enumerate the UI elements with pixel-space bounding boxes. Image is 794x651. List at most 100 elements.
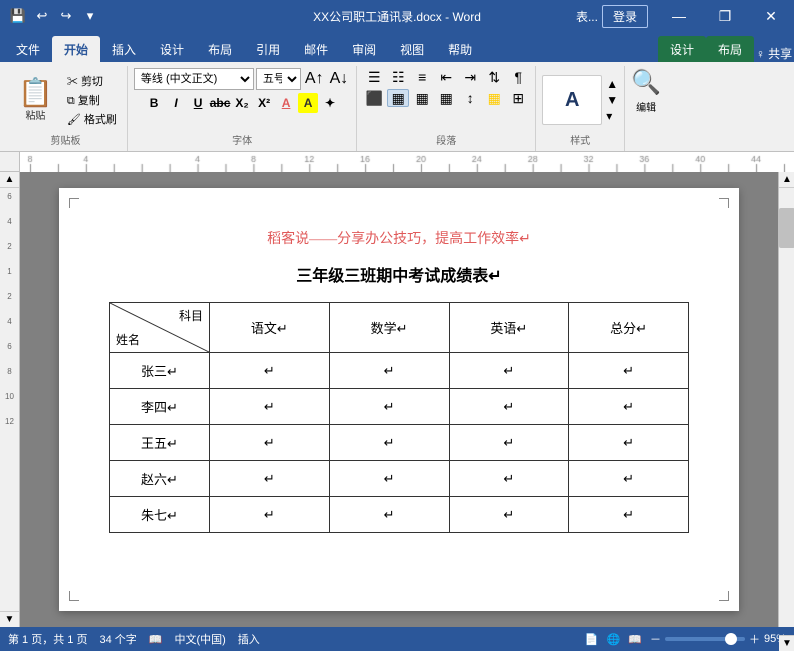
tab-home[interactable]: 开始 [52,36,100,62]
border-button[interactable]: ⊞ [507,89,529,107]
indent-increase-button[interactable]: ⇥ [459,68,481,86]
corner-br [719,591,729,601]
share-icon[interactable]: ♀ 共享 [756,45,792,62]
name-zhaoliu: 赵六↵ [110,461,210,497]
font-grow-button[interactable]: A↑ [303,70,326,88]
edit-label[interactable]: 编辑 [636,99,656,114]
show-marks-button[interactable]: ¶ [507,68,529,86]
vertical-ruler: 6 4 2 1 2 4 6 8 10 12 [0,188,19,611]
style-content: A ▲ ▼ ▾ [542,68,618,132]
indent-decrease-button[interactable]: ⇤ [435,68,457,86]
tab-insert[interactable]: 插入 [100,36,148,62]
save-icon[interactable]: 💾 [8,6,28,26]
style-scroll-up[interactable]: ▲ [606,77,618,91]
zhangsan-chinese: ↵ [210,353,330,389]
table-header-row: 科目 姓名 语文↵ 数学↵ 英语↵ 总分↵ [110,303,689,353]
name-zhangsan: 张三↵ [110,353,210,389]
close-button[interactable]: ✕ [748,0,794,32]
strikethrough-button[interactable]: abc [210,93,230,113]
paste-button[interactable]: 📋 粘贴 [10,75,61,126]
highlight-button[interactable]: A [298,93,318,113]
header-diag-cell: 科目 姓名 [110,303,210,353]
scroll-bottom-button[interactable]: ▼ [779,635,794,651]
table-row: 朱七↵ ↵ ↵ ↵ ↵ [110,497,689,533]
app-title: XX公司职工通讯录.docx - Word [313,8,481,25]
ruler [20,152,794,172]
lisi-total: ↵ [569,389,689,425]
clear-format-button[interactable]: ✦ [320,93,340,113]
zoom-thumb[interactable] [725,633,737,645]
zoom-slider[interactable] [665,637,745,641]
font-family-select[interactable]: 等线 (中文正文) [134,68,254,90]
copy-button[interactable]: ⧉ 复制 [63,91,121,109]
cut-button[interactable]: ✂ 剪切 [63,72,121,90]
vertical-scrollbar[interactable]: ▲ ▼ [778,172,794,627]
zoom-out-button[interactable]: － [650,631,661,647]
lisi-english: ↵ [449,389,569,425]
tab-layout[interactable]: 布局 [196,36,244,62]
font-shrink-button[interactable]: A↓ [328,70,351,88]
list-unordered-button[interactable]: ☰ [363,68,385,86]
bold-button[interactable]: B [144,93,164,113]
edit-content: 🔍 编辑 [631,68,661,149]
proofing-icon[interactable]: 📖 [149,633,163,646]
align-justify-button[interactable]: ▦ [435,89,457,107]
zhangsan-math: ↵ [329,353,449,389]
font-color-button[interactable]: A [276,93,296,113]
format-painter-button[interactable]: 🖌 格式刷 [63,110,121,128]
minimize-button[interactable]: — [656,0,702,32]
list-ordered-button[interactable]: ☷ [387,68,409,86]
zoom-in-button[interactable]: ＋ [749,631,760,647]
table-row: 赵六↵ ↵ ↵ ↵ ↵ [110,461,689,497]
tab-view[interactable]: 视图 [388,36,436,62]
multilevel-list-button[interactable]: ≡ [411,68,433,86]
clipboard-group: 📋 粘贴 ✂ 剪切 ⧉ 复制 🖌 格式刷 剪贴板 [4,66,128,151]
zhuqi-math: ↵ [329,497,449,533]
document-area: 稻客说——分享办公技巧，提高工作效率↵ 三年级三班期中考试成绩表↵ 科目 姓名 … [20,172,778,627]
tab-references[interactable]: 引用 [244,36,292,62]
expand-ribbon-icon[interactable]: 表... [576,8,598,25]
doc-title: 三年级三班期中考试成绩表↵ [109,262,689,286]
superscript-button[interactable]: X² [254,93,274,113]
align-left-button[interactable]: ⬛ [363,89,385,107]
scroll-thumb[interactable] [779,208,794,248]
view-web-icon[interactable]: 🌐 [607,633,621,646]
restore-button[interactable]: ❐ [702,0,748,32]
tab-file[interactable]: 文件 [4,36,52,62]
scroll-up-button[interactable]: ▲ [0,172,19,188]
lisi-math: ↵ [329,389,449,425]
view-print-icon[interactable]: 📄 [585,633,599,646]
redo-icon[interactable]: ↪ [56,6,76,26]
quick-access-more[interactable]: ▾ [80,6,100,26]
view-read-icon[interactable]: 📖 [628,633,642,646]
tab-design[interactable]: 设计 [148,36,196,62]
tab-design-context[interactable]: 设计 [658,36,706,62]
corner-bl [69,591,79,601]
italic-button[interactable]: I [166,93,186,113]
search-icon[interactable]: 🔍 [631,68,661,97]
scroll-down-button[interactable]: ▼ [0,611,19,627]
login-button[interactable]: 登录 [602,5,648,28]
left-scrollbar[interactable]: ▲ ▼ 6 4 2 1 2 4 6 8 10 12 [0,172,20,627]
undo-icon[interactable]: ↩ [32,6,52,26]
sort-button[interactable]: ⇅ [483,68,505,86]
font-size-select[interactable]: 五号 [256,68,301,90]
style-scroll-down[interactable]: ▼ [606,93,618,107]
zhangsan-total: ↵ [569,353,689,389]
tab-mail[interactable]: 邮件 [292,36,340,62]
style-normal-button[interactable]: A [542,75,602,125]
style-expand[interactable]: ▾ [606,109,618,123]
tab-help[interactable]: 帮助 [436,36,484,62]
zhaoliu-math: ↵ [329,461,449,497]
line-spacing-button[interactable]: ↕ [459,89,481,107]
titlebar-left: 💾 ↩ ↪ ▾ [8,6,100,26]
subscript-button[interactable]: X₂ [232,93,252,113]
table-row: 王五↵ ↵ ↵ ↵ ↵ [110,425,689,461]
scroll-top-button[interactable]: ▲ [779,172,794,188]
align-right-button[interactable]: ▦ [411,89,433,107]
underline-button[interactable]: U [188,93,208,113]
tab-layout-context[interactable]: 布局 [706,36,754,62]
tab-review[interactable]: 审阅 [340,36,388,62]
align-center-button[interactable]: ▦ [387,89,409,107]
shading-button[interactable]: ▦ [483,89,505,107]
